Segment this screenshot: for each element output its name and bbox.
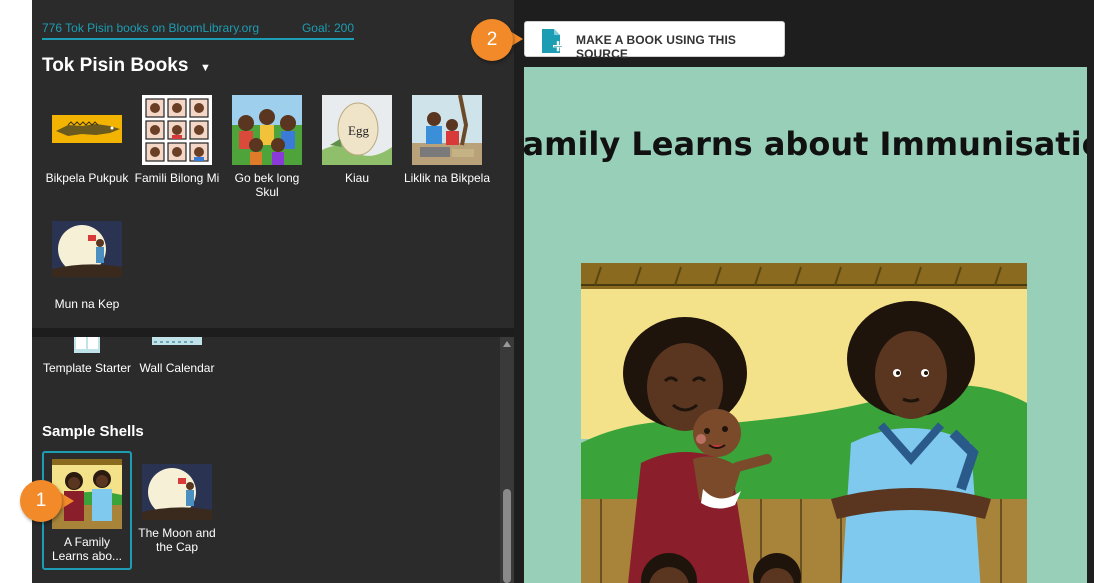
template-starter[interactable]: Template Starter [42, 337, 132, 375]
app-window: 776 Tok Pisin books on BloomLibrary.org … [0, 0, 1094, 583]
panel-splitter[interactable] [32, 328, 514, 337]
book-count-bar[interactable]: 776 Tok Pisin books on BloomLibrary.org … [42, 21, 354, 40]
shell-the-moon-and-the-cap[interactable]: The Moon and the Cap [132, 464, 222, 554]
book-famili-bilong-mi[interactable]: Famili Bilong Mi [132, 95, 222, 185]
callout-1-badge: 1 [20, 480, 62, 522]
shells-title: Sample Shells [42, 423, 144, 440]
egg-thumbnail-icon: Egg [322, 95, 392, 165]
book-mun-na-kep[interactable]: Mun na Kep [42, 221, 132, 311]
book-liklik-na-bikpela[interactable]: Liklik na Bikpela [402, 95, 492, 185]
moon-thumbnail-icon [52, 221, 122, 277]
preview-title: A Family Learns about Immunisations [524, 125, 1087, 163]
egg-text: Egg [348, 123, 369, 138]
templates-panel: Template Starter Wall Calendar Sample Sh… [32, 337, 514, 583]
moon-cap-thumbnail-icon [142, 464, 212, 520]
shell-title: A Family Learns abo... [51, 535, 123, 563]
callout-2-badge: 2 [471, 19, 513, 61]
cover-illustration [581, 263, 1027, 583]
family-grid-thumbnail-icon [142, 95, 212, 165]
crocodile-thumbnail-icon [52, 115, 122, 143]
shell-title: The Moon and the Cap [138, 526, 216, 554]
template-thumbnail-icon [74, 337, 100, 353]
book-thumbnail [52, 221, 122, 291]
book-go-bek-long-skul[interactable]: Go bek long Skul [222, 95, 312, 199]
collection-panel: 776 Tok Pisin books on BloomLibrary.org … [32, 0, 514, 328]
vertical-scrollbar[interactable] [500, 337, 514, 583]
book-thumbnail [142, 464, 212, 520]
new-book-icon [542, 29, 563, 53]
book-bikpela-pukpuk[interactable]: Bikpela Pukpuk [42, 95, 132, 185]
make-book-button[interactable]: MAKE A BOOK USING THIS SOURCE [524, 21, 785, 61]
book-title: Liklik na Bikpela [403, 171, 491, 185]
collection-title: Tok Pisin Books [42, 55, 189, 76]
template-title: Wall Calendar [139, 361, 215, 375]
scroll-thumb[interactable] [503, 489, 511, 583]
book-title: Famili Bilong Mi [134, 171, 220, 185]
book-count[interactable]: 776 Tok Pisin books on BloomLibrary.org [42, 21, 259, 35]
book-thumbnail [52, 95, 122, 165]
collection-dropdown-icon[interactable]: ▼ [200, 62, 211, 74]
book-thumbnail [142, 337, 212, 357]
book-title: Kiau [344, 171, 370, 185]
make-book-label: MAKE A BOOK USING THIS SOURCE [576, 33, 736, 61]
book-thumbnail: Egg [322, 95, 392, 165]
book-preview: A Family Learns about Immunisations [524, 67, 1087, 583]
book-thumbnail [232, 95, 302, 165]
calendar-thumbnail-icon [152, 337, 202, 345]
book-title: Mun na Kep [54, 297, 120, 311]
children-thumbnail-icon [232, 95, 302, 165]
book-title: Go bek long Skul [234, 171, 300, 199]
template-title: Template Starter [42, 361, 132, 375]
book-thumbnail [142, 95, 212, 165]
book-thumbnail [412, 95, 482, 165]
book-title: Bikpela Pukpuk [45, 171, 129, 185]
book-thumbnail [52, 337, 122, 357]
workshop-thumbnail-icon [412, 95, 482, 165]
scroll-up-arrow-icon[interactable] [503, 341, 511, 347]
wall-calendar[interactable]: Wall Calendar [132, 337, 222, 375]
goal-count: Goal: 200 [301, 21, 354, 35]
book-kiau[interactable]: Egg Kiau [312, 95, 402, 185]
